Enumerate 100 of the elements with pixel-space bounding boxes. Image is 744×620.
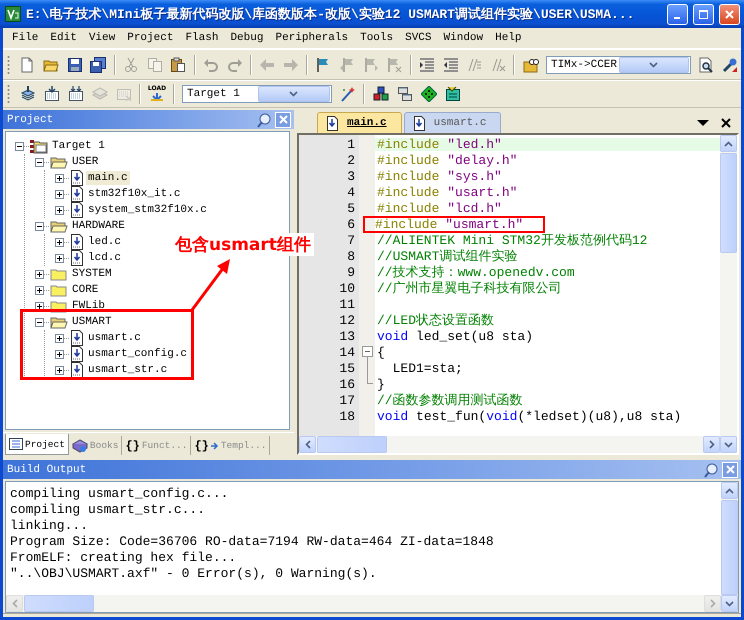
chip-icon[interactable]	[444, 86, 460, 102]
chevron-up-icon[interactable]	[725, 488, 734, 494]
menu-item[interactable]: Edit	[44, 32, 83, 44]
expand-toggle[interactable]	[55, 238, 64, 246]
search-icon[interactable]	[698, 56, 714, 72]
dropdown-arrow-icon[interactable]	[697, 119, 709, 127]
scrollbar-thumb[interactable]	[317, 436, 387, 453]
close-icon[interactable]	[721, 118, 731, 128]
line-number: 2	[346, 152, 356, 168]
magic-wand-icon[interactable]	[340, 86, 356, 102]
file-tab[interactable]: main.c	[317, 112, 402, 133]
tree-item[interactable]: SYSTEM	[70, 267, 114, 281]
file-tab[interactable]: usmart.c	[404, 112, 502, 133]
scroll-down-button[interactable]	[720, 436, 737, 453]
chevron-right-icon[interactable]	[708, 440, 714, 449]
tree-item[interactable]: usmart.c	[86, 331, 143, 345]
chevron-left-icon[interactable]	[304, 440, 310, 449]
windows-icon[interactable]	[396, 86, 412, 102]
document-icon[interactable]	[19, 56, 36, 72]
panel-tab[interactable]: {} Funct...	[122, 436, 192, 455]
collapse-toggle[interactable]	[15, 142, 24, 150]
tree-item[interactable]: USMART	[70, 315, 114, 329]
menu-item[interactable]: Flash	[179, 32, 224, 44]
collapse-toggle[interactable]	[35, 222, 44, 230]
line-number: 11	[338, 296, 356, 312]
tree-item[interactable]: Target 1	[50, 139, 107, 153]
pin-icon[interactable]	[703, 462, 719, 478]
close-button[interactable]	[722, 462, 738, 478]
expand-toggle[interactable]	[55, 206, 64, 214]
expand-toggle[interactable]	[55, 350, 64, 358]
chevron-up-icon[interactable]	[724, 140, 733, 146]
source-file-icon	[70, 346, 84, 362]
tree-item[interactable]: FWLib	[70, 299, 108, 313]
close-button[interactable]	[275, 112, 291, 128]
collapse-toggle[interactable]	[35, 318, 44, 326]
expand-toggle[interactable]	[55, 366, 64, 374]
tree-item[interactable]: led.c	[86, 235, 124, 249]
scrollbar-thumb[interactable]	[24, 595, 94, 612]
scroll-right-button[interactable]	[703, 436, 720, 453]
tree-item[interactable]: CORE	[70, 283, 100, 297]
tree-item[interactable]: system_stm32f10x.c	[86, 203, 209, 217]
menu-item[interactable]: Window	[438, 32, 490, 44]
expand-toggle[interactable]	[55, 254, 64, 262]
dropdown[interactable]: TIMx->CCER	[546, 56, 691, 74]
close-button[interactable]	[719, 4, 740, 24]
tree-item[interactable]: stm32f10x_it.c	[86, 187, 182, 201]
tree-item[interactable]: usmart_config.c	[86, 347, 190, 361]
collapse-toggle[interactable]	[362, 344, 372, 360]
tree-item[interactable]: USER	[70, 155, 100, 169]
expand-toggle[interactable]	[35, 270, 44, 278]
menu-item[interactable]: File	[6, 32, 44, 44]
scroll-down-button[interactable]	[721, 595, 738, 612]
menu-item[interactable]: Project	[121, 32, 180, 44]
scroll-up-button[interactable]	[720, 135, 737, 152]
menu-item[interactable]: SVCS	[399, 32, 438, 44]
menu-item[interactable]: Debug	[224, 32, 270, 44]
download-icon[interactable]	[149, 92, 165, 102]
expand-toggle[interactable]	[55, 174, 64, 182]
menu-item[interactable]: Peripherals	[269, 32, 354, 44]
folder-search-icon[interactable]	[522, 56, 539, 72]
dropdown[interactable]: Target 1	[182, 85, 332, 103]
save-all-icon[interactable]	[90, 56, 106, 72]
tree-item[interactable]: HARDWARE	[70, 219, 127, 233]
outdent-icon[interactable]	[442, 56, 459, 72]
build-icon[interactable]	[44, 86, 60, 102]
blocks-icon[interactable]	[372, 86, 388, 102]
pin-icon[interactable]	[256, 112, 272, 128]
menu-item[interactable]: View	[82, 32, 122, 44]
diamond-icon[interactable]	[420, 86, 436, 102]
minimize-button[interactable]	[667, 4, 688, 24]
chevron-down-icon[interactable]	[724, 442, 733, 448]
code-line: //函数参数调用测试函数	[376, 394, 523, 406]
panel-tab[interactable]: Project	[5, 434, 69, 455]
rebuild-icon[interactable]	[68, 86, 84, 102]
panel-tab[interactable]: {} Templ...	[191, 436, 270, 455]
menu-item[interactable]: Tools	[354, 32, 400, 44]
menu-item[interactable]: Help	[489, 32, 528, 44]
tools-icon[interactable]	[722, 56, 738, 72]
chevron-down-icon[interactable]	[725, 600, 734, 606]
file-stack-icon[interactable]	[20, 86, 36, 102]
maximize-icon[interactable]	[698, 8, 709, 20]
clipboard-icon[interactable]	[170, 56, 186, 72]
scrollbar-thumb[interactable]	[721, 500, 738, 595]
tree-item[interactable]: lcd.c	[86, 251, 124, 265]
target-icon	[30, 138, 48, 154]
expand-toggle[interactable]	[55, 190, 64, 198]
folder-icon	[50, 283, 68, 297]
expand-toggle[interactable]	[35, 302, 44, 310]
scrollbar-thumb[interactable]	[720, 153, 737, 253]
expand-toggle[interactable]	[35, 286, 44, 294]
expand-toggle[interactable]	[55, 334, 64, 342]
indent-icon[interactable]	[419, 56, 436, 72]
save-icon[interactable]	[66, 56, 83, 72]
collapse-toggle[interactable]	[35, 158, 44, 166]
maximize-button[interactable]	[693, 4, 714, 24]
scroll-up-button[interactable]	[721, 482, 738, 499]
scroll-left-button[interactable]	[299, 436, 316, 453]
line-number: 12	[338, 312, 356, 328]
tree-item[interactable]: main.c	[86, 171, 130, 185]
tree-item[interactable]: usmart_str.c	[86, 363, 170, 377]
